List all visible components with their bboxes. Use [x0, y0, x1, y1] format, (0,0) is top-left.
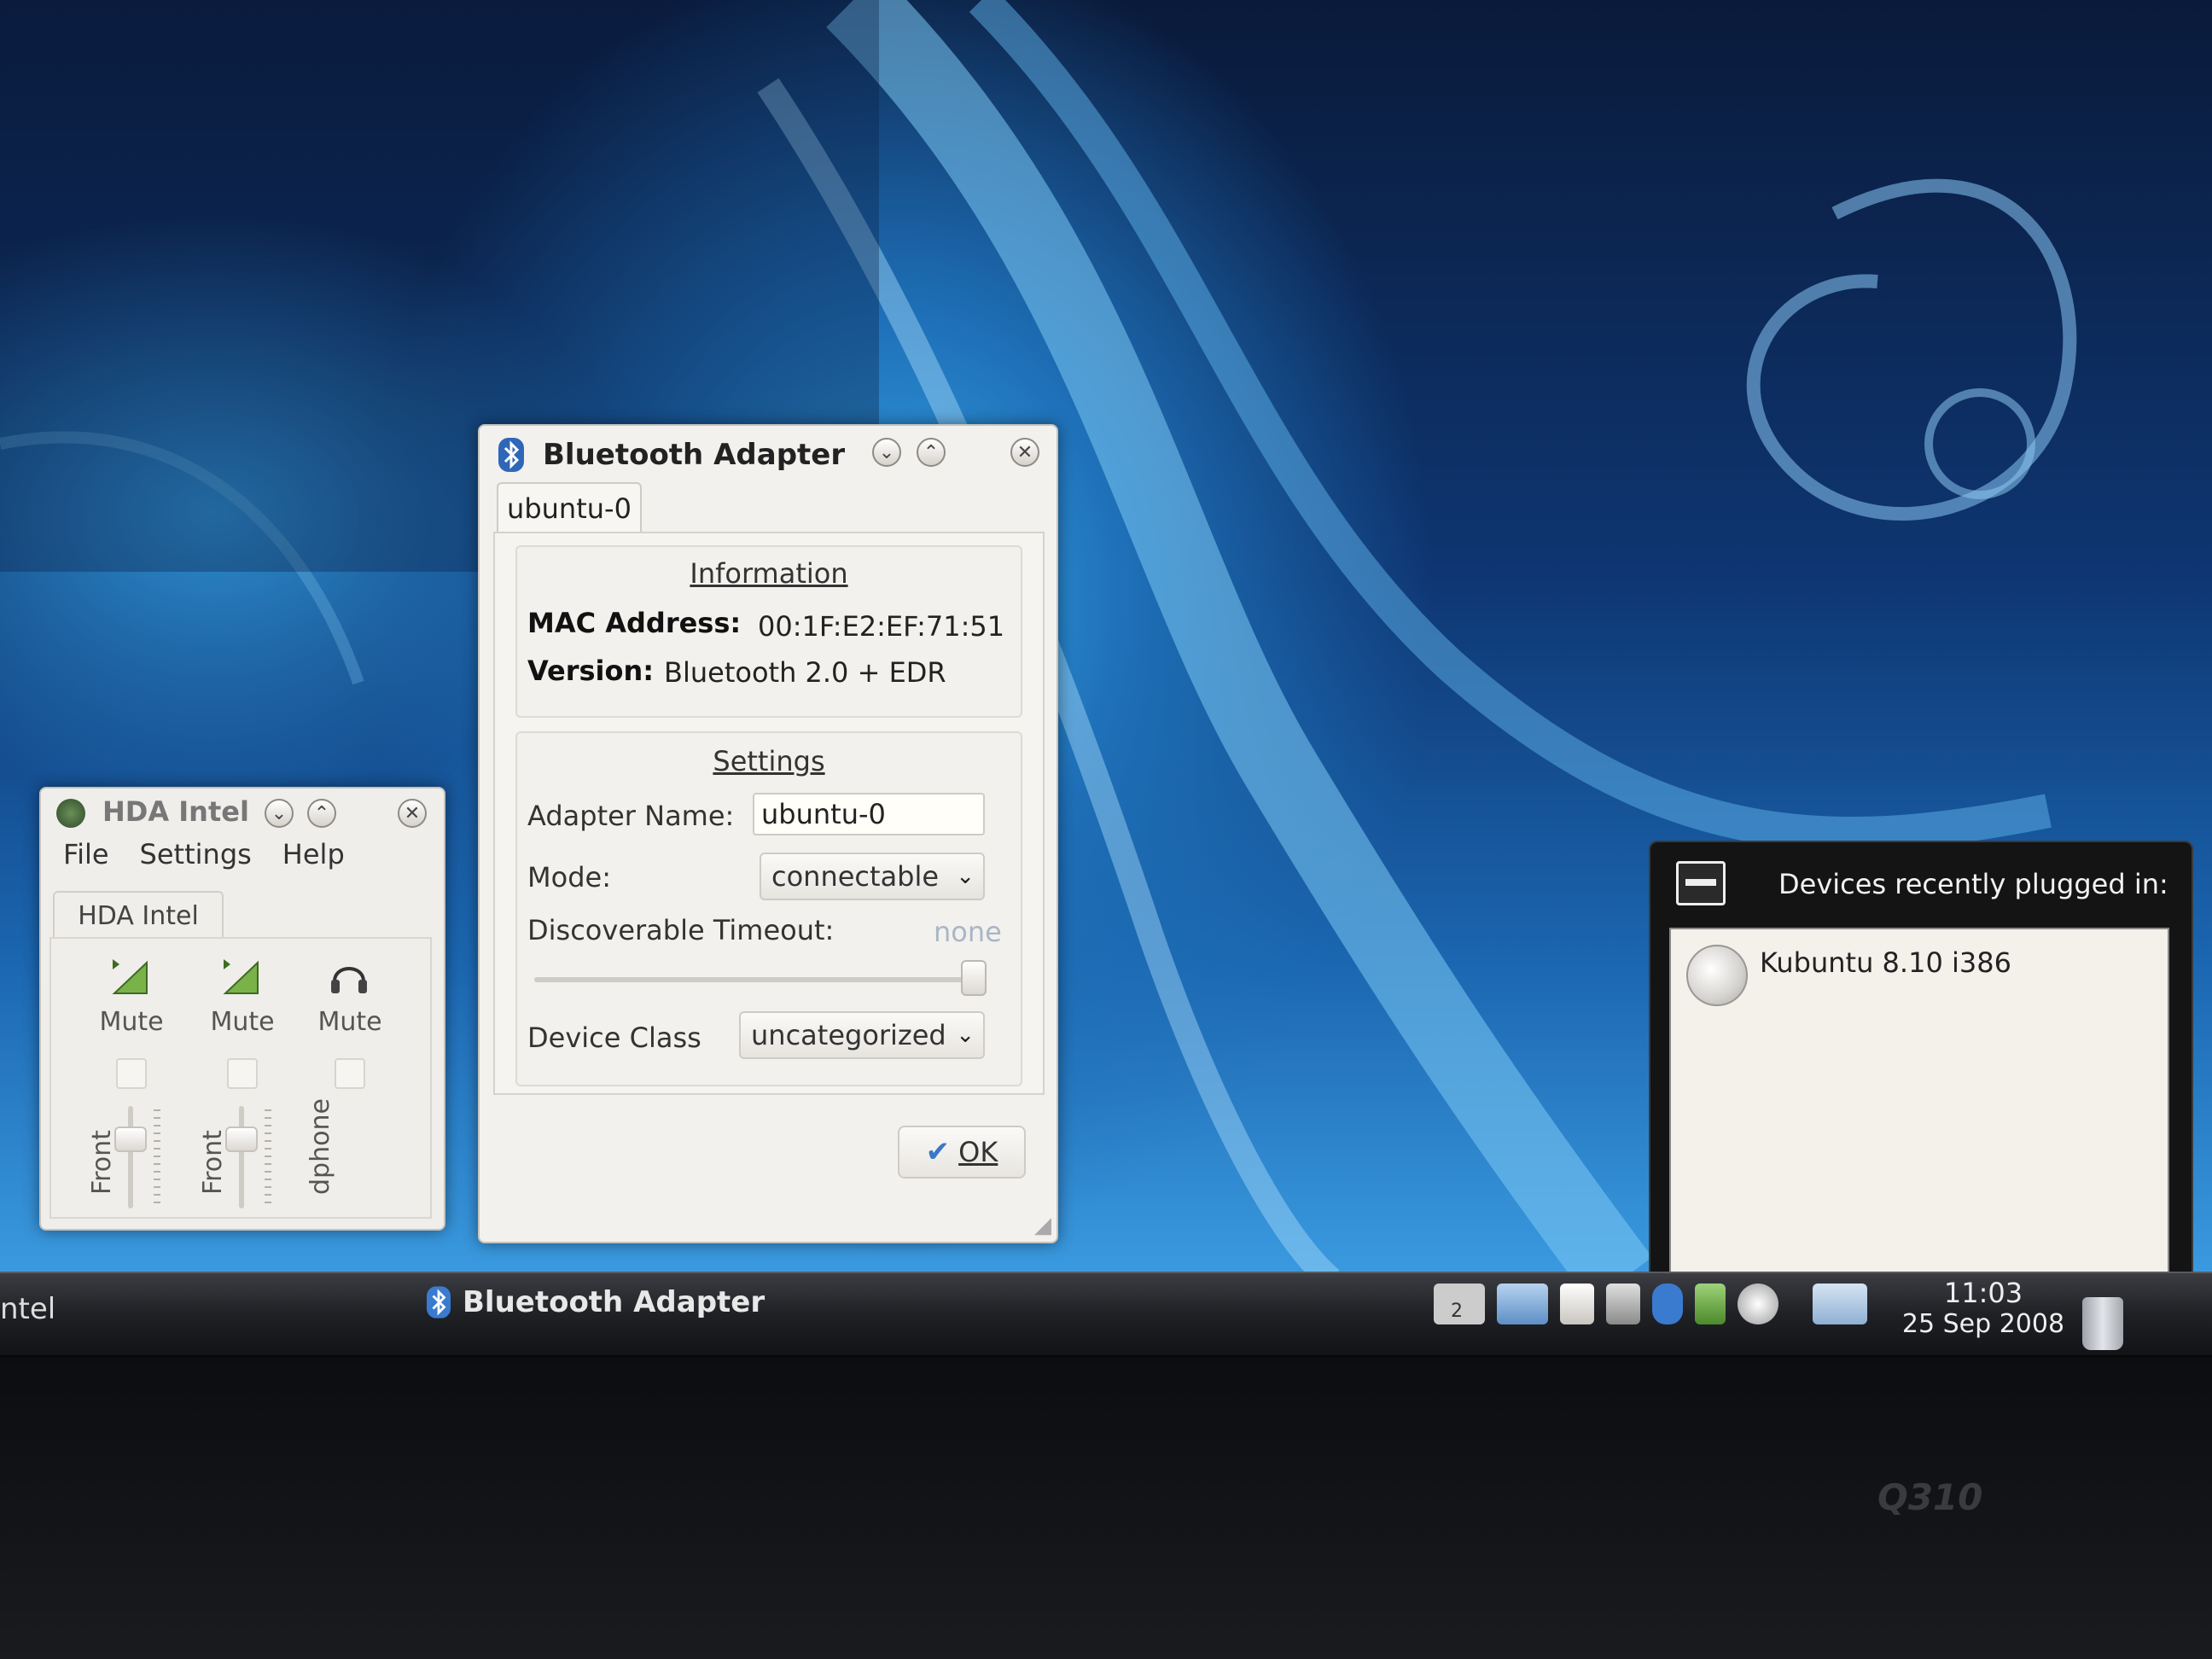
- mac-address-value: 00:1F:E2:EF:71:51: [758, 610, 1005, 643]
- chevron-down-icon: ⌄: [956, 1022, 975, 1048]
- channel-name: Front: [87, 1130, 117, 1195]
- taskbar-item-label: Bluetooth Adapter: [463, 1285, 765, 1319]
- menu-bar: File Settings Help: [63, 838, 345, 870]
- speaker-volume-icon: [223, 959, 259, 994]
- maximize-button[interactable]: ⌃: [917, 438, 946, 467]
- volume-slider-track: [128, 1106, 133, 1208]
- device-notifier-icon: [1676, 861, 1726, 905]
- mixer-app-icon: [56, 799, 85, 828]
- clock-time: 11:03: [1943, 1277, 2023, 1309]
- mute-label: Mute: [99, 1007, 164, 1037]
- adapter-panel: Information MAC Address: 00:1F:E2:EF:71:…: [493, 532, 1045, 1095]
- device-class-select-value: uncategorized: [751, 1019, 946, 1051]
- adapter-name-label: Adapter Name:: [527, 800, 735, 832]
- version-label: Version:: [527, 655, 655, 687]
- taskbar-item-mixer[interactable]: ntel: [0, 1292, 55, 1326]
- trash-icon[interactable]: [2082, 1297, 2123, 1350]
- monitor-model-label: Q310: [1877, 1476, 1983, 1518]
- chevron-down-icon: ⌄: [956, 864, 975, 889]
- device-class-select[interactable]: uncategorized ⌄: [739, 1011, 985, 1059]
- dialog-title: Bluetooth Adapter: [543, 438, 846, 472]
- volume-slider-handle[interactable]: [225, 1126, 258, 1152]
- clipboard-icon[interactable]: [1560, 1284, 1594, 1324]
- headphones-icon: [331, 967, 367, 993]
- volume-icon[interactable]: [1606, 1284, 1640, 1324]
- minimize-button[interactable]: ⌄: [265, 799, 294, 828]
- resize-grip-icon[interactable]: ◢: [1034, 1213, 1051, 1238]
- version-value: Bluetooth 2.0 + EDR: [664, 656, 946, 689]
- menu-file[interactable]: File: [63, 838, 109, 870]
- power-icon[interactable]: [1695, 1284, 1726, 1324]
- check-icon: ✔: [925, 1135, 951, 1169]
- taskbar-item-bluetooth[interactable]: Bluetooth Adapter: [427, 1285, 765, 1319]
- pager-label: 2: [1451, 1301, 1463, 1322]
- mute-label: Mute: [317, 1007, 382, 1037]
- device-item-label[interactable]: Kubuntu 8.10 i386: [1760, 946, 2011, 979]
- disc-icon[interactable]: [1738, 1284, 1778, 1324]
- menu-help[interactable]: Help: [282, 838, 345, 870]
- mute-checkbox[interactable]: [335, 1058, 365, 1089]
- tab-ubuntu-0[interactable]: ubuntu-0: [497, 482, 642, 533]
- information-group: Information MAC Address: 00:1F:E2:EF:71:…: [515, 545, 1022, 718]
- settings-group: Settings Adapter Name: ubuntu-0 Mode: co…: [515, 731, 1022, 1086]
- mixer-window: HDA Intel ⌄ ⌃ ✕ File Settings Help HDA I…: [39, 787, 445, 1231]
- optical-disc-icon[interactable]: [1686, 945, 1748, 1006]
- mixer-panel: Mute Front Mute Front Mute dphone: [49, 937, 432, 1219]
- menu-settings[interactable]: Settings: [140, 838, 252, 870]
- volume-ticks: [265, 1109, 271, 1203]
- mixer-channel: Mute dphone: [299, 939, 401, 1220]
- mute-label: Mute: [210, 1007, 275, 1037]
- clock[interactable]: 11:03 25 Sep 2008: [1898, 1277, 2069, 1339]
- adapter-name-input[interactable]: ubuntu-0: [753, 793, 985, 835]
- mode-select-value: connectable: [771, 860, 940, 893]
- settings-heading: Settings: [713, 745, 825, 777]
- mute-checkbox[interactable]: [227, 1058, 258, 1089]
- device-class-label: Device Class: [527, 1022, 701, 1054]
- close-button[interactable]: ✕: [398, 799, 427, 828]
- channel-name: dphone: [306, 1098, 335, 1195]
- tab-hda-intel[interactable]: HDA Intel: [53, 891, 224, 939]
- mixer-channel: Mute Front: [80, 939, 183, 1220]
- system-tray: 2: [1434, 1284, 1867, 1324]
- bluetooth-icon: [498, 438, 524, 472]
- minimize-button[interactable]: ⌄: [872, 438, 901, 467]
- close-button[interactable]: ✕: [1010, 438, 1039, 467]
- bluetooth-tray-icon[interactable]: [1652, 1284, 1683, 1324]
- devices-title: Devices recently plugged in:: [1778, 868, 2168, 900]
- volume-ticks: [154, 1109, 160, 1203]
- volume-slider-track: [239, 1106, 244, 1208]
- titlebar: Bluetooth Adapter ⌄ ⌃ ✕: [480, 426, 1057, 477]
- clock-date: 25 Sep 2008: [1901, 1309, 2065, 1339]
- ok-button[interactable]: ✔ OK: [898, 1126, 1026, 1179]
- mac-address-label: MAC Address:: [527, 607, 742, 639]
- maximize-button[interactable]: ⌃: [307, 799, 336, 828]
- volume-slider-handle[interactable]: [114, 1126, 147, 1152]
- timeout-slider-handle[interactable]: [961, 960, 987, 996]
- speaker-volume-icon: [112, 959, 148, 994]
- discoverable-timeout-value: none: [934, 916, 1002, 948]
- devices-list: Kubuntu 8.10 i386: [1669, 928, 2169, 1278]
- taskbar: ntel Bluetooth Adapter 2 11:03 25 Sep 20…: [0, 1272, 2212, 1355]
- mode-select[interactable]: connectable ⌄: [760, 853, 985, 900]
- bluetooth-adapter-dialog: Bluetooth Adapter ⌄ ⌃ ✕ ubuntu-0 Informa…: [478, 424, 1058, 1243]
- mixer-channel: Mute Front: [191, 939, 294, 1220]
- devices-notifier-popup: Devices recently plugged in: Kubuntu 8.1…: [1649, 841, 2193, 1297]
- pager-icon[interactable]: 2: [1434, 1284, 1485, 1324]
- device-notifier-tray-icon[interactable]: [1813, 1284, 1867, 1324]
- mute-checkbox[interactable]: [116, 1058, 147, 1089]
- network-icon[interactable]: [1497, 1284, 1548, 1324]
- mixer-title: HDA Intel: [102, 795, 249, 828]
- timeout-slider-track: [534, 977, 978, 982]
- bluetooth-icon: [427, 1286, 451, 1318]
- channel-name: Front: [198, 1130, 228, 1195]
- discoverable-timeout-label: Discoverable Timeout:: [527, 914, 835, 946]
- information-heading: Information: [690, 557, 848, 590]
- ok-label: OK: [958, 1136, 998, 1168]
- mode-label: Mode:: [527, 861, 611, 894]
